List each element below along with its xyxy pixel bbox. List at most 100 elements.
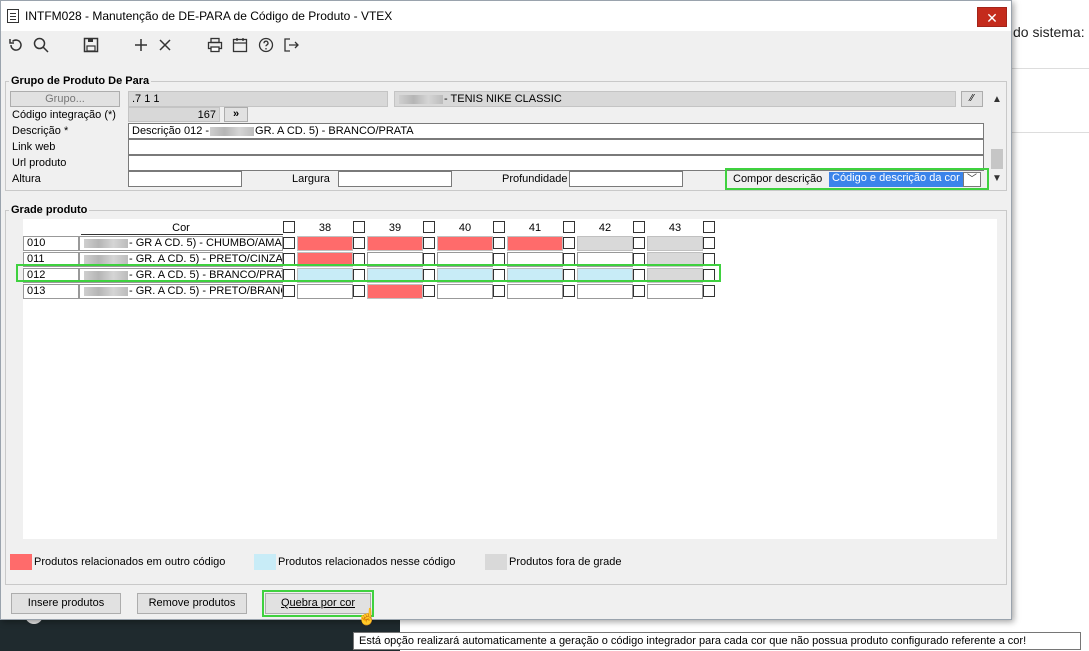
tooltip: Está opção realizará automaticamente a g… — [353, 632, 1081, 650]
group-produto-label: Grupo de Produto De Para — [9, 75, 152, 87]
grade-cell[interactable] — [297, 284, 353, 299]
row-desc-text: - GR A CD. 5) - CHUMBO/AMAR — [129, 237, 283, 249]
codigo-label: Código integração (*) — [12, 109, 116, 121]
row-desc-text: - GR. A CD. 5) - PRETO/BRANCO — [129, 285, 283, 297]
close-button[interactable]: ✕ — [977, 7, 1007, 27]
row-checkbox[interactable] — [703, 285, 715, 297]
refresh-icon[interactable] — [7, 36, 25, 54]
window-title: INTFM028 - Manutenção de DE-PARA de Códi… — [25, 9, 393, 23]
calendar-icon[interactable] — [231, 36, 249, 54]
grade-cell[interactable] — [577, 284, 633, 299]
edit-icon[interactable]: ⁄⁄ — [961, 91, 983, 107]
row-desc-cell[interactable]: - GR A CD. 5) - CHUMBO/AMAR — [79, 236, 283, 251]
row-checkbox[interactable] — [353, 285, 365, 297]
row-desc-cell[interactable]: - GR. A CD. 5) - PRETO/BRANCO — [79, 284, 283, 299]
grade-cell[interactable] — [367, 236, 423, 251]
grade-cell[interactable] — [437, 284, 493, 299]
row-checkbox[interactable] — [283, 285, 295, 297]
header-cor: Cor — [172, 222, 190, 234]
grade-cell[interactable] — [437, 236, 493, 251]
grade-cell[interactable] — [507, 284, 563, 299]
delete-icon[interactable] — [156, 36, 174, 54]
urlproduto-label: Url produto — [12, 157, 67, 169]
profundidade-label: Profundidade — [502, 173, 568, 185]
size-header: 38 — [318, 222, 332, 234]
blurred-text — [84, 238, 128, 248]
save-icon[interactable] — [82, 36, 100, 54]
add-icon[interactable] — [132, 36, 150, 54]
background-divider — [1012, 68, 1089, 69]
row-checkbox[interactable] — [423, 285, 435, 297]
codigo-next-button[interactable]: » — [224, 107, 248, 122]
cursor-hand-icon: ☝ — [357, 609, 377, 626]
header-checkbox[interactable] — [703, 221, 715, 233]
blurred-text — [210, 126, 255, 136]
grupo-code-field: .7 1 1 — [128, 91, 388, 107]
insere-produtos-button[interactable]: Insere produtos — [11, 593, 121, 614]
row-checkbox[interactable] — [563, 237, 575, 249]
help-icon[interactable] — [257, 36, 275, 54]
remove-produtos-button[interactable]: Remove produtos — [137, 593, 247, 614]
row-checkbox[interactable] — [353, 237, 365, 249]
group-grade-label: Grade produto — [9, 204, 90, 216]
linkweb-label: Link web — [12, 141, 56, 153]
grade-cell[interactable] — [507, 236, 563, 251]
header-checkbox[interactable] — [493, 221, 505, 233]
grade-cell[interactable] — [367, 284, 423, 299]
scroll-thumb[interactable] — [991, 149, 1003, 169]
grade-cell[interactable] — [297, 236, 353, 251]
grade-cell[interactable] — [647, 284, 703, 299]
row-checkbox[interactable] — [703, 237, 715, 249]
row-checkbox[interactable] — [493, 237, 505, 249]
row-checkbox[interactable] — [633, 237, 645, 249]
codigo-field: 167 — [128, 107, 220, 122]
main-window: INTFM028 - Manutenção de DE-PARA de Códi… — [0, 0, 1012, 626]
legend-blue-label: Produtos relacionados nesse código — [278, 556, 456, 568]
row-checkbox[interactable] — [423, 237, 435, 249]
search-icon[interactable] — [32, 36, 50, 54]
exit-icon[interactable] — [282, 36, 300, 54]
background-text: do sistema: — [1013, 24, 1085, 40]
header-checkbox[interactable] — [283, 221, 295, 233]
product-name-field: - TENIS NIKE CLASSIC — [394, 91, 956, 107]
header-divider — [81, 234, 283, 235]
header-checkbox[interactable] — [423, 221, 435, 233]
legend-red-label: Produtos relacionados em outro código — [34, 556, 226, 568]
grade-cell[interactable] — [577, 236, 633, 251]
highlight-compor — [725, 168, 989, 190]
blurred-text — [84, 254, 128, 264]
row-code-cell[interactable]: 013 — [23, 284, 79, 299]
row-code-cell[interactable]: 010 — [23, 236, 79, 251]
row-checkbox[interactable] — [283, 237, 295, 249]
app-icon — [7, 9, 19, 23]
row-checkbox[interactable] — [493, 285, 505, 297]
largura-field[interactable] — [338, 171, 452, 187]
size-header: 39 — [388, 222, 402, 234]
row-checkbox[interactable] — [633, 285, 645, 297]
scroll-down-icon[interactable]: ▼ — [992, 173, 1002, 184]
scroll-up-icon[interactable]: ▲ — [992, 94, 1002, 105]
print-icon[interactable] — [206, 36, 224, 54]
altura-label: Altura — [12, 173, 41, 185]
header-checkbox[interactable] — [353, 221, 365, 233]
background-divider — [1012, 132, 1089, 133]
size-header: 40 — [458, 222, 472, 234]
size-header: 41 — [528, 222, 542, 234]
header-checkbox[interactable] — [563, 221, 575, 233]
header-checkbox[interactable] — [633, 221, 645, 233]
legend-gray-label: Produtos fora de grade — [509, 556, 622, 568]
descricao-field[interactable]: Descrição 012 - GR. A CD. 5) - BRANCO/PRA… — [128, 123, 984, 139]
profundidade-field[interactable] — [569, 171, 683, 187]
altura-field[interactable] — [128, 171, 242, 187]
blurred-text — [84, 286, 128, 296]
blurred-text — [399, 94, 443, 104]
grupo-button[interactable]: Grupo... — [10, 91, 120, 107]
largura-label: Largura — [292, 173, 330, 185]
descricao-label: Descrição * — [12, 125, 69, 137]
row-checkbox[interactable] — [563, 285, 575, 297]
grade-cell[interactable] — [647, 236, 703, 251]
title-bar: INTFM028 - Manutenção de DE-PARA de Códi… — [1, 1, 1011, 31]
size-header: 43 — [668, 222, 682, 234]
taskbar — [0, 620, 400, 651]
linkweb-field[interactable] — [128, 139, 984, 155]
